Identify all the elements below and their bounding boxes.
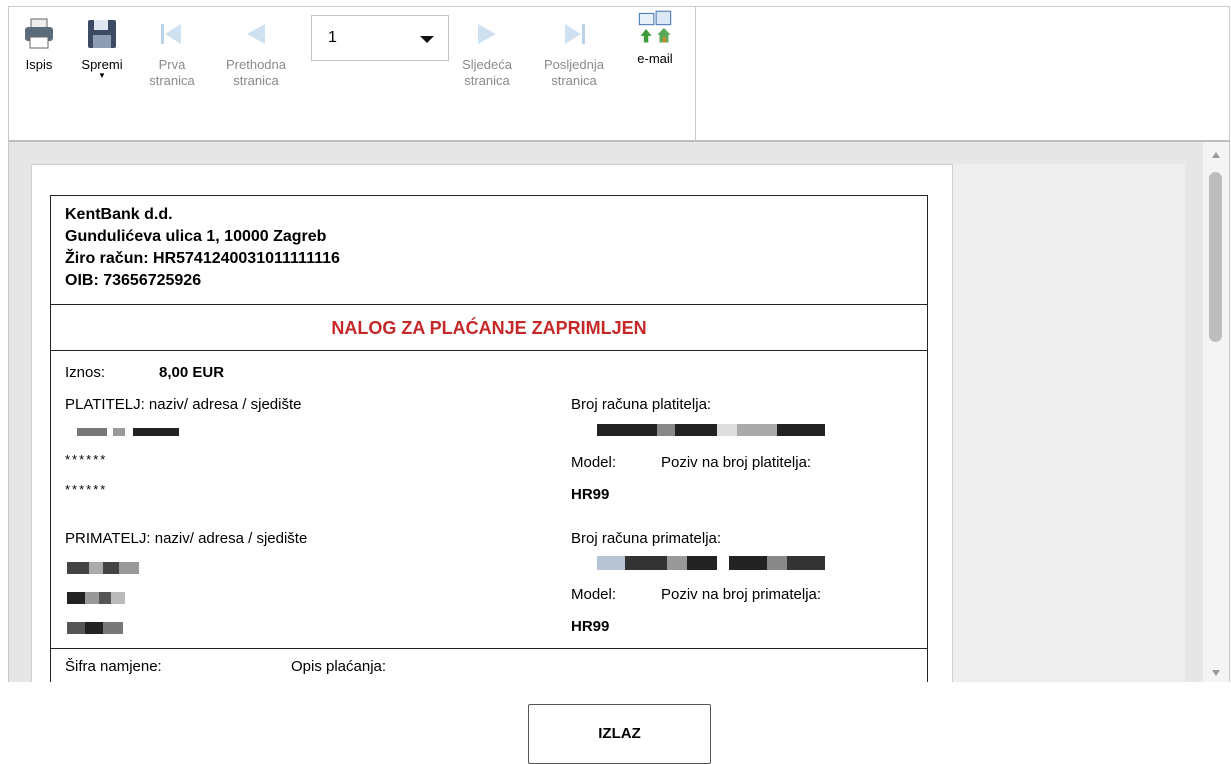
first-page-label-2: stranica <box>149 73 195 88</box>
payer-name-redacted <box>77 428 179 436</box>
payer-account-redacted <box>597 424 825 436</box>
viewer-gutter <box>953 164 1185 682</box>
chevron-down-icon <box>420 36 434 43</box>
report-toolbar: Ispis Spremi ▼ Prva stranica Prethodna s… <box>8 6 1230 142</box>
payer-reference-label: Poziv na broj platitelja: <box>661 454 812 471</box>
email-label: e-mail <box>637 51 673 66</box>
payee-address-redacted <box>67 592 125 604</box>
page-number-value: 1 <box>328 29 337 46</box>
payee-name-redacted <box>67 562 139 574</box>
exit-button[interactable]: IZLAZ <box>528 704 711 764</box>
payee-model-value: HR99 <box>571 618 610 635</box>
last-page-label-1: Posljednja <box>544 57 604 72</box>
scroll-up-arrow-icon[interactable] <box>1212 152 1220 158</box>
payer-model-label: Model: <box>571 454 617 471</box>
bank-account: Žiro račun: HR5741240031011111116 <box>65 250 340 267</box>
print-label: Ispis <box>25 57 53 72</box>
bank-info: KentBank d.d. Gundulićeva ulica 1, 10000… <box>51 196 927 300</box>
last-page-icon <box>565 24 585 44</box>
print-button[interactable]: Ispis <box>17 17 61 73</box>
scroll-thumb[interactable] <box>1209 172 1222 342</box>
bank-name: KentBank d.d. <box>65 206 173 223</box>
printer-icon <box>25 18 53 49</box>
amount-value: 8,00 EUR <box>159 364 225 381</box>
payee-account-label: Broj računa primatelja: <box>571 530 722 547</box>
previous-page-label-1: Prethodna <box>226 57 286 72</box>
payee-reference-label: Poziv na broj primatelja: <box>661 586 822 603</box>
next-page-icon <box>478 24 496 44</box>
amount-label: Iznos: <box>65 364 106 381</box>
payee-seat-redacted <box>67 622 123 634</box>
email-button[interactable]: e-mail <box>627 9 683 67</box>
first-page-button[interactable]: Prva stranica <box>145 17 199 89</box>
first-page-icon <box>161 24 181 44</box>
previous-page-label-2: stranica <box>233 73 279 88</box>
next-page-label-1: Sljedeća <box>462 57 512 72</box>
previous-page-icon <box>247 24 265 44</box>
document-title: NALOG ZA PLAĆANJE ZAPRIMLJEN <box>331 318 647 338</box>
scroll-down-arrow-icon[interactable] <box>1212 670 1220 676</box>
divider <box>51 304 927 305</box>
next-page-button[interactable]: Sljedeća stranica <box>457 17 517 89</box>
document-page: KentBank d.d. Gundulićeva ulica 1, 10000… <box>31 164 953 682</box>
vertical-scrollbar[interactable] <box>1203 142 1229 682</box>
divider <box>51 350 927 351</box>
page-number-select[interactable]: 1 <box>311 15 449 61</box>
last-page-button[interactable]: Posljednja stranica <box>537 17 611 89</box>
payee-model-label: Model: <box>571 586 617 603</box>
email-icon <box>638 10 672 43</box>
previous-page-button[interactable]: Prethodna stranica <box>221 17 291 89</box>
payer-account-label: Broj računa platitelja: <box>571 396 712 413</box>
payment-description-label: Opis plaćanja: <box>291 658 387 675</box>
payer-address-line: ****** <box>65 452 108 467</box>
divider <box>51 648 927 649</box>
payment-order-form: KentBank d.d. Gundulićeva ulica 1, 10000… <box>50 195 928 682</box>
last-page-label-2: stranica <box>551 73 597 88</box>
floppy-disk-icon <box>88 20 116 48</box>
report-viewer: KentBank d.d. Gundulićeva ulica 1, 10000… <box>8 142 1230 682</box>
payer-model-value: HR99 <box>571 486 610 503</box>
save-dropdown-icon[interactable]: ▼ <box>77 72 127 80</box>
payee-label: PRIMATELJ: naziv/ adresa / sjedište <box>65 530 308 547</box>
first-page-label-1: Prva <box>158 57 186 72</box>
save-button[interactable]: Spremi ▼ <box>77 17 127 80</box>
payer-label: PLATITELJ: naziv/ adresa / sjedište <box>65 396 302 413</box>
bank-address: Gundulićeva ulica 1, 10000 Zagreb <box>65 228 327 245</box>
purpose-code-label: Šifra namjene: <box>65 658 162 675</box>
bank-oib: OIB: 73656725926 <box>65 272 202 289</box>
payee-account-redacted <box>597 556 825 570</box>
toolbar-button-group: Ispis Spremi ▼ Prva stranica Prethodna s… <box>9 7 696 141</box>
payer-seat-line: ****** <box>65 482 108 497</box>
next-page-label-2: stranica <box>464 73 510 88</box>
